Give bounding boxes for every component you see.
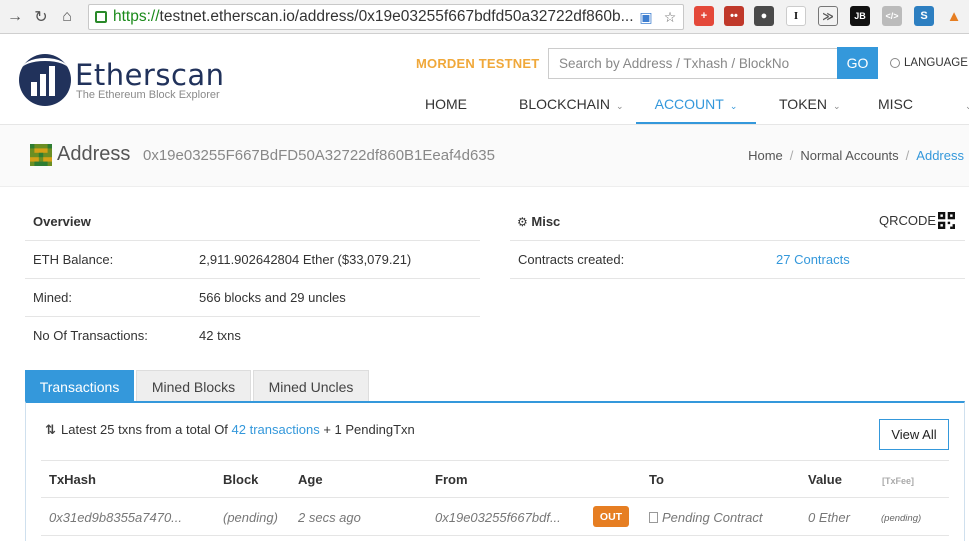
chevron-down-icon: ⌄	[832, 101, 841, 111]
table-divider	[41, 535, 949, 536]
address-identicon-icon	[30, 144, 52, 166]
overview-divider	[25, 240, 480, 241]
language-selector[interactable]: LANGUAGE	[890, 57, 968, 69]
nav-misc[interactable]: MISC ⌄	[878, 86, 969, 124]
col-block: Block	[223, 472, 259, 487]
contracts-created-link[interactable]: 27 Contracts	[776, 252, 850, 267]
extension-icon-2[interactable]: ••	[724, 6, 744, 26]
tx-age: 2 secs ago	[298, 510, 361, 525]
col-to: To	[649, 472, 664, 487]
tx-summary: ⇅ Latest 25 txns from a total Of 42 trans…	[45, 422, 415, 437]
nav-blockchain[interactable]: BLOCKCHAIN ⌄	[519, 86, 624, 124]
browser-toolbar: → ↻ ⌂ https://testnet.etherscan.io/addre…	[0, 0, 969, 34]
lock-icon	[95, 11, 107, 23]
tab-mined-uncles[interactable]: Mined Uncles	[253, 370, 369, 402]
qrcode-icon[interactable]	[938, 212, 955, 229]
bookmark-star-icon[interactable]: ☆	[661, 8, 679, 26]
url-scheme: https://	[113, 8, 160, 25]
extension-icon-7[interactable]: </>	[882, 6, 902, 26]
table-divider	[41, 460, 949, 461]
col-from: From	[435, 472, 468, 487]
back-arrow-icon[interactable]: →	[4, 6, 26, 28]
view-all-button[interactable]: View All	[879, 419, 949, 450]
extension-icon-8[interactable]: S	[914, 6, 934, 26]
breadcrumb-home[interactable]: Home	[748, 148, 783, 163]
page-action-icon[interactable]: ▣	[637, 8, 655, 26]
tx-from: 0x19e03255f667bdf...	[435, 510, 561, 525]
nav-home[interactable]: HOME	[425, 86, 467, 124]
extension-icon-3[interactable]: ●	[754, 6, 774, 26]
overview-heading: Overview	[33, 214, 91, 229]
nav-token[interactable]: TOKEN ⌄	[779, 86, 841, 124]
extension-icon-9[interactable]: ▲	[944, 6, 964, 26]
table-divider	[41, 497, 949, 498]
col-value: Value	[808, 472, 842, 487]
address-hash: 0x19e03255F667BdFD50A32722df860B1Eeaf4d6…	[143, 147, 495, 164]
misc-heading: ⚙ Misc	[517, 214, 561, 229]
tx-fee: (pending)	[881, 513, 922, 524]
tab-mined-blocks[interactable]: Mined Blocks	[136, 370, 251, 402]
eth-balance-value: 2,911.902642804 Ether ($33,079.21)	[199, 252, 412, 267]
col-txfee: [TxFee]	[882, 476, 915, 486]
chevron-down-icon: ⌄	[729, 101, 738, 111]
address-bar[interactable]: https://testnet.etherscan.io/address/0x1…	[88, 4, 684, 30]
chevron-down-icon: ⌄	[616, 101, 624, 111]
mined-label: Mined:	[33, 290, 73, 305]
etherscan-logo-icon[interactable]	[19, 54, 71, 106]
extension-icon-6[interactable]: JB	[850, 6, 870, 26]
tx-count-label: No Of Transactions:	[33, 328, 148, 343]
network-label: MORDEN TESTNET	[416, 56, 540, 71]
col-txhash: TxHash	[49, 472, 96, 487]
col-age: Age	[298, 472, 323, 487]
overview-divider	[25, 316, 480, 317]
search-go-button[interactable]: GO	[837, 47, 878, 79]
globe-icon	[890, 58, 900, 68]
extension-icon-1[interactable]: +	[694, 6, 714, 26]
reload-icon[interactable]: ↻	[30, 6, 52, 28]
breadcrumb-address[interactable]: Address	[916, 148, 964, 163]
sort-icon: ⇅	[45, 422, 56, 437]
logo-wordmark[interactable]: Etherscan	[75, 58, 225, 92]
all-transactions-link[interactable]: 42 transactions	[232, 422, 320, 437]
tx-count-value: 42 txns	[199, 328, 241, 343]
qrcode-label[interactable]: QRCODE	[879, 213, 936, 228]
logo-tagline: The Ethereum Block Explorer	[76, 89, 220, 101]
url-text: testnet.etherscan.io/address/0x19e03255f…	[159, 8, 634, 25]
page-title: Address	[57, 143, 131, 165]
misc-divider	[510, 278, 965, 279]
home-icon[interactable]: ⌂	[56, 6, 78, 28]
chevron-down-icon: ⌄	[965, 101, 969, 111]
breadcrumb: Home / Normal Accounts / Address	[748, 148, 964, 163]
contracts-created-label: Contracts created:	[518, 252, 625, 267]
gears-icon: ⚙	[517, 215, 528, 229]
cast-icon[interactable]: ≫	[818, 6, 838, 26]
nav-account[interactable]: ACCOUNT ⌄	[636, 86, 756, 124]
direction-badge: OUT	[593, 506, 629, 527]
extension-icon-4[interactable]: I	[786, 6, 806, 26]
tx-value: 0 Ether	[808, 510, 850, 525]
breadcrumb-normal-accounts[interactable]: Normal Accounts	[800, 148, 898, 163]
mined-value: 566 blocks and 29 uncles	[199, 290, 346, 305]
overview-divider	[25, 278, 480, 279]
eth-balance-label: ETH Balance:	[33, 252, 114, 267]
document-icon	[649, 512, 658, 523]
tx-hash-link[interactable]: 0x31ed9b8355a7470...	[49, 510, 182, 525]
tab-transactions[interactable]: Transactions	[25, 370, 134, 402]
language-label: LANGUAGE	[904, 57, 968, 69]
search-input[interactable]	[548, 48, 838, 79]
tx-to: Pending Contract	[649, 510, 762, 525]
misc-divider	[510, 240, 965, 241]
tx-block: (pending)	[223, 510, 278, 525]
